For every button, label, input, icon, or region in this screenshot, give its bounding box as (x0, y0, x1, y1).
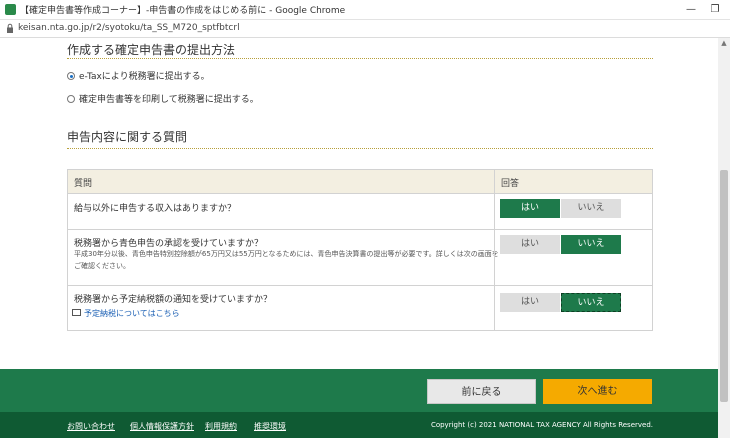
link-text[interactable]: 予定納税についてはこちら (84, 309, 180, 318)
table-row: 税務署から青色申告の承認を受けていますか？ 平成30年分以後、青色申告特別控除額… (68, 230, 652, 286)
page-content: 作成する確定申告書の提出方法 e-Taxにより税務署に提出する。 確定申告書等を… (0, 38, 718, 369)
questions-heading: 申告内容に関する質問 (67, 130, 188, 144)
footer-link-environment[interactable]: 推奨環境 (254, 421, 286, 432)
url-text: keisan.nta.go.jp/r2/syotoku/ta_SS_M720_s… (18, 23, 240, 33)
radio-label: 確定申告書等を印刷して税務署に提出する。 (79, 95, 259, 105)
scrollbar-thumb[interactable] (720, 170, 728, 402)
question-note: ご確認ください。 (74, 262, 130, 270)
no-button[interactable]: いいえ (561, 293, 621, 312)
scrollbar[interactable]: ▲ (718, 38, 730, 438)
prepayment-link[interactable]: 予定納税についてはこちら (72, 308, 180, 319)
filing-method-heading: 作成する確定申告書の提出方法 (67, 43, 236, 57)
no-button[interactable]: いいえ (561, 235, 621, 254)
question-text: 税務署から青色申告の承認を受けていますか？ (74, 239, 264, 249)
radio-unselected-icon[interactable] (67, 95, 75, 103)
footer-link-contact[interactable]: お問い合わせ (67, 421, 115, 432)
footer-link-terms[interactable]: 利用規約 (205, 421, 237, 432)
radio-option-print[interactable]: 確定申告書等を印刷して税務署に提出する。 (67, 92, 259, 106)
section-rule (67, 58, 653, 59)
app-icon (5, 4, 16, 15)
questions-table: 質問 回答 給与以外に申告する収入はありますか？ はい いいえ 税務署から青色申… (67, 169, 653, 331)
back-button[interactable]: 前に戻る (427, 379, 536, 404)
next-button[interactable]: 次へ進む (543, 379, 652, 404)
restore-button[interactable]: ❐ (704, 2, 726, 17)
section-rule (67, 148, 653, 149)
window-icon (72, 309, 81, 316)
address-bar[interactable]: keisan.nta.go.jp/r2/syotoku/ta_SS_M720_s… (0, 20, 730, 38)
table-row: 給与以外に申告する収入はありますか？ はい いいえ (68, 193, 652, 230)
footer-link-privacy[interactable]: 個人情報保護方針 (130, 421, 194, 432)
browser-titlebar: 【確定申告書等作成コーナー】-申告書の作成をはじめる前に - Google Ch… (0, 0, 730, 20)
radio-selected-icon[interactable] (67, 72, 75, 80)
question-text: 税務署から予定納税額の通知を受けていますか？ (74, 295, 273, 305)
yes-button[interactable]: はい (500, 293, 560, 312)
question-note: 平成30年分以後、青色申告特別控除額が65万円又は55万円となるためには、青色申… (74, 250, 499, 258)
table-header: 質問 回答 (68, 170, 652, 194)
navigation-band: 前に戻る 次へ進む (0, 369, 718, 412)
radio-option-etax[interactable]: e-Taxにより税務署に提出する。 (67, 69, 210, 83)
column-divider (494, 170, 495, 330)
yes-button[interactable]: はい (500, 199, 560, 218)
copyright: Copyright (c) 2021 NATIONAL TAX AGENCY A… (430, 421, 653, 429)
header-question: 質問 (74, 179, 93, 189)
yes-button[interactable]: はい (500, 235, 560, 254)
site-footer: お問い合わせ 個人情報保護方針 利用規約 推奨環境 Copyright (c) … (0, 412, 718, 438)
table-row: 税務署から予定納税額の通知を受けていますか？ 予定納税についてはこちら はい い… (68, 286, 652, 330)
no-button[interactable]: いいえ (561, 199, 621, 218)
scroll-up-icon[interactable]: ▲ (718, 39, 730, 47)
lock-icon (7, 23, 13, 33)
window-title: 【確定申告書等作成コーナー】-申告書の作成をはじめる前に - Google Ch… (20, 6, 346, 16)
question-text: 給与以外に申告する収入はありますか？ (74, 204, 237, 214)
minimize-button[interactable]: — (680, 2, 702, 17)
header-answer: 回答 (501, 179, 520, 189)
radio-label: e-Taxにより税務署に提出する。 (79, 72, 210, 82)
